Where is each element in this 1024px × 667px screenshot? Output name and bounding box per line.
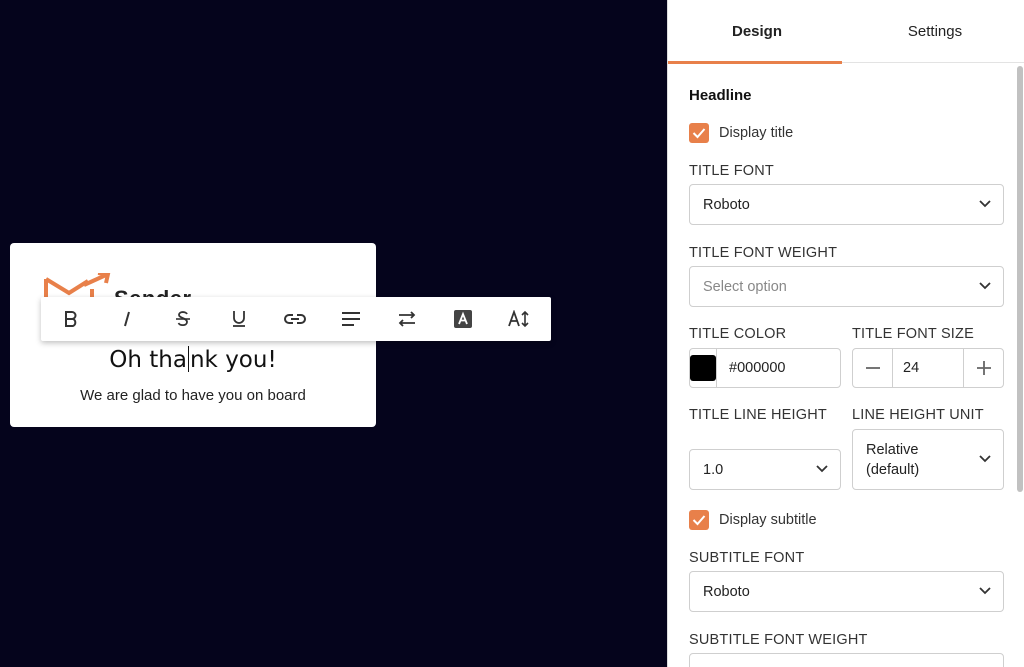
color-swatch-button[interactable] (690, 349, 717, 387)
line-height-unit-select[interactable]: Relative (default) (852, 429, 1004, 490)
section-title-headline: Headline (689, 87, 752, 104)
title-line-height-select[interactable]: 1.0 (689, 449, 841, 490)
text-cursor (187, 346, 189, 372)
font-size-value[interactable]: 24 (892, 349, 964, 387)
envelope-logo-icon (44, 273, 111, 299)
tab-design[interactable]: Design (668, 0, 846, 64)
text-color-button[interactable] (435, 297, 491, 341)
strikethrough-icon (176, 311, 190, 327)
italic-button[interactable] (99, 297, 155, 341)
text-format-toolbar (41, 297, 551, 341)
properties-panel: Design Settings Headline Display title T… (667, 0, 1024, 667)
chevron-down-icon (979, 454, 991, 462)
title-font-weight-placeholder: Select option (703, 278, 787, 295)
title-font-weight-label: TITLE FONT WEIGHT (689, 245, 838, 261)
font-size-icon (508, 310, 529, 328)
chevron-down-icon (979, 281, 991, 289)
underline-icon (233, 311, 245, 327)
strikethrough-button[interactable] (155, 297, 211, 341)
chevron-down-icon (816, 464, 828, 472)
line-height-unit-value-line2: (default) (866, 461, 920, 478)
bold-button[interactable] (43, 297, 99, 341)
title-font-size-label: TITLE FONT SIZE (852, 326, 974, 342)
link-icon (284, 314, 306, 324)
color-swatch (690, 355, 716, 381)
title-color-label: TITLE COLOR (689, 326, 787, 342)
subtitle-font-label: SUBTITLE FONT (689, 550, 805, 566)
line-height-unit-label: LINE HEIGHT UNIT (852, 407, 984, 423)
display-subtitle-row: Display subtitle (689, 510, 817, 530)
display-title-row: Display title (689, 123, 793, 143)
display-subtitle-label: Display subtitle (719, 512, 817, 528)
font-size-button[interactable] (491, 297, 547, 341)
bold-icon (65, 311, 77, 327)
decrement-button[interactable] (853, 349, 892, 387)
text-direction-icon (398, 311, 416, 327)
chevron-down-icon (979, 199, 991, 207)
line-height-unit-value-line1: Relative (866, 441, 919, 458)
title-line-height-label: TITLE LINE HEIGHT (689, 407, 827, 423)
plus-icon (976, 361, 991, 375)
display-title-label: Display title (719, 125, 794, 141)
title-text-after[interactable]: nk you! (190, 347, 277, 373)
title-font-value: Roboto (703, 196, 750, 213)
increment-button[interactable] (964, 349, 1003, 387)
title-color-picker (689, 348, 916, 388)
align-left-button[interactable] (323, 297, 379, 341)
subtitle-font-value: Roboto (703, 583, 750, 600)
card-title[interactable]: Oh tha nk you! (10, 346, 376, 373)
card-subtitle[interactable]: We are glad to have you on board (10, 387, 376, 404)
underline-button[interactable] (211, 297, 267, 341)
editor-canvas[interactable]: Sender Oh tha nk you! We are glad to have… (0, 0, 667, 667)
subtitle-font-weight-label: SUBTITLE FONT WEIGHT (689, 632, 868, 648)
text-direction-button[interactable] (379, 297, 435, 341)
chevron-down-icon (979, 586, 991, 594)
panel-tabs: Design Settings (668, 0, 1024, 64)
subtitle-font-select[interactable]: Roboto (689, 571, 1004, 612)
checkmark-icon (692, 515, 706, 526)
align-left-icon (342, 312, 360, 326)
line-height-unit-value: Relative (default) (866, 440, 919, 480)
tab-settings[interactable]: Settings (846, 0, 1024, 63)
minus-icon (865, 367, 880, 369)
title-font-label: TITLE FONT (689, 163, 774, 179)
checkmark-icon (692, 128, 706, 139)
title-font-select[interactable]: Roboto (689, 184, 1004, 225)
panel-scrollbar[interactable] (1017, 66, 1023, 492)
display-title-checkbox[interactable] (689, 123, 709, 143)
display-subtitle-checkbox[interactable] (689, 510, 709, 530)
title-text-before[interactable]: Oh tha (109, 347, 187, 373)
sender-logo: Sender (44, 273, 204, 299)
link-button[interactable] (267, 297, 323, 341)
italic-icon (124, 311, 130, 327)
text-color-icon (454, 310, 472, 328)
title-line-height-value: 1.0 (703, 461, 724, 478)
title-font-size-stepper: 24 (852, 348, 1004, 388)
subtitle-font-weight-select[interactable] (689, 653, 1004, 667)
title-font-weight-select[interactable]: Select option (689, 266, 1004, 307)
